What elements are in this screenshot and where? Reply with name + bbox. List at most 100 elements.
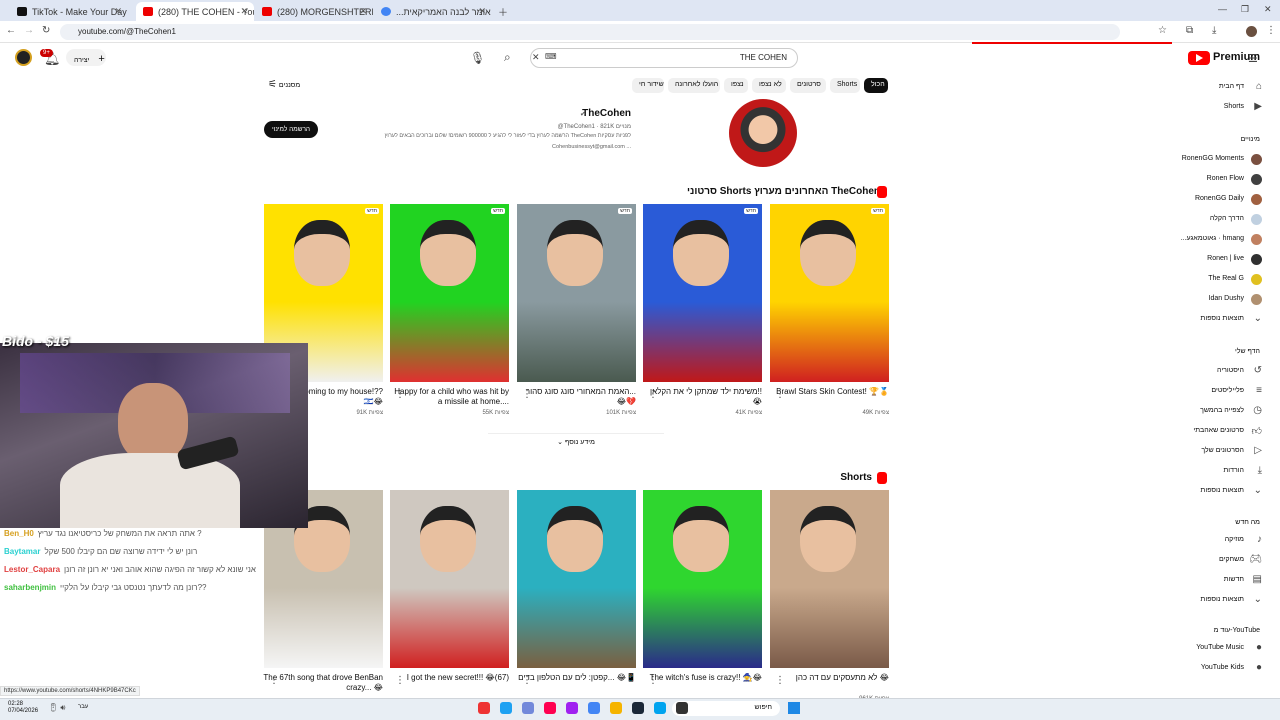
more-options-icon[interactable]: ⋮ bbox=[648, 675, 658, 686]
taskbar-app-icon[interactable] bbox=[610, 702, 622, 714]
sidebar-item[interactable]: YouTube Music ● bbox=[1160, 642, 1264, 656]
extensions-icon[interactable]: ⧉ bbox=[1186, 25, 1193, 36]
sidebar-item[interactable]: Shorts ▶ bbox=[1160, 101, 1264, 115]
maximize-icon[interactable]: ❐ bbox=[1241, 4, 1249, 15]
more-options-icon[interactable]: ⋮ bbox=[269, 675, 279, 686]
clear-search-icon[interactable]: ✕ bbox=[532, 52, 540, 63]
taskbar-app-icon[interactable] bbox=[478, 702, 490, 714]
account-avatar[interactable] bbox=[15, 49, 32, 66]
close-icon[interactable]: ✕ bbox=[478, 6, 486, 17]
search-input[interactable]: THE COHEN bbox=[530, 48, 798, 68]
video-title[interactable]: משימת ילד שמתקן לי את הקלאן!! 😭 bbox=[642, 387, 762, 407]
profile-avatar[interactable] bbox=[1246, 26, 1257, 37]
video-title[interactable]: קפטן: לים עם הטלפון בדים... 😂📱 bbox=[516, 673, 636, 693]
video-thumbnail[interactable]: חדש bbox=[390, 204, 509, 382]
more-options-icon[interactable]: ⋮ bbox=[522, 675, 532, 686]
video-title[interactable]: The 67th song that drove BenBan crazy...… bbox=[263, 673, 383, 693]
sidebar-item[interactable]: RonenGG Daily bbox=[1160, 193, 1264, 207]
filters-button[interactable]: ⚟ מסננים bbox=[268, 79, 300, 90]
video-thumbnail[interactable] bbox=[517, 490, 636, 668]
search-icon[interactable]: ⌕ bbox=[504, 50, 511, 65]
close-icon[interactable]: ✕ bbox=[359, 6, 367, 17]
sidebar-header-you[interactable]: הדף שלי bbox=[1200, 348, 1260, 355]
chip-live[interactable]: שידור חי bbox=[632, 78, 664, 93]
taskbar-app-icon[interactable] bbox=[500, 702, 512, 714]
sidebar-item[interactable]: Ronen | live bbox=[1160, 253, 1264, 267]
sidebar-item[interactable]: פלייליסטים ≡ bbox=[1160, 385, 1264, 399]
sidebar-item[interactable]: Idan Dushy bbox=[1160, 293, 1264, 307]
channel-email[interactable]: Cohenbusinessyt@gmail.com ... bbox=[500, 144, 631, 150]
channel-avatar[interactable] bbox=[729, 99, 797, 167]
sidebar-item[interactable]: הדרך הקלה bbox=[1160, 213, 1264, 227]
keyboard-icon[interactable]: ⌨ bbox=[545, 52, 557, 61]
video-thumbnail[interactable] bbox=[643, 490, 762, 668]
video-thumbnail[interactable]: חדש bbox=[517, 204, 636, 382]
sidebar-item[interactable]: משחקים 🎮︎ bbox=[1160, 554, 1264, 568]
video-title[interactable]: I got the new secret!!! 😂(67) bbox=[389, 673, 509, 693]
mic-icon[interactable]: 🎙︎ bbox=[470, 51, 485, 65]
sidebar-item[interactable]: The Real G bbox=[1160, 273, 1264, 287]
sidebar-item[interactable]: YouTube Kids ● bbox=[1160, 662, 1264, 676]
taskbar-app-icon[interactable] bbox=[632, 702, 644, 714]
video-title[interactable]: Brawl Stars Skin Contest! 🏆🏅 bbox=[769, 387, 889, 407]
chip-all[interactable]: הכול bbox=[864, 78, 888, 93]
browser-tab[interactable]: ...הנאס אומר לבנה האמריקאית✕ bbox=[374, 2, 492, 21]
sidebar-item[interactable]: תוצאות נוספות ⌄ bbox=[1160, 485, 1264, 499]
video-title[interactable]: The witch's fuse is crazy!! 🧙😂 bbox=[642, 673, 762, 693]
chip-videos[interactable]: סרטונים bbox=[790, 78, 826, 93]
sidebar-item[interactable]: תוצאות נוספות ⌄ bbox=[1160, 594, 1264, 608]
sidebar-item[interactable]: תוצאות נוספות ⌄ bbox=[1160, 313, 1264, 327]
video-title[interactable]: האמת המאחורי סונג סונג סהור... 😂💔 bbox=[516, 387, 636, 407]
show-more-button[interactable]: ⌄ מידע נוסף bbox=[488, 433, 664, 449]
reload-icon[interactable]: ↻ bbox=[42, 25, 50, 36]
download-icon[interactable]: ⤓ bbox=[1212, 25, 1216, 36]
more-options-icon[interactable]: ⋮ bbox=[648, 389, 658, 400]
sidebar-item[interactable]: היסטוריה ↺ bbox=[1160, 365, 1264, 379]
start-icon[interactable] bbox=[788, 702, 800, 714]
taskbar-app-icon[interactable] bbox=[522, 702, 534, 714]
sidebar-item[interactable]: הסרטונים שלך ▷ bbox=[1160, 445, 1264, 459]
chip-watched[interactable]: נצפו bbox=[724, 78, 748, 93]
sidebar-item[interactable]: ...גאוטמאגע · hmang bbox=[1160, 233, 1264, 247]
taskbar-app-icon[interactable] bbox=[588, 702, 600, 714]
language-indicator[interactable]: עבר bbox=[78, 704, 88, 710]
more-options-icon[interactable]: ⋮ bbox=[775, 675, 785, 686]
sidebar-item[interactable]: מוזיקה ♪ bbox=[1160, 534, 1264, 548]
more-options-icon[interactable]: ⋮ bbox=[395, 675, 405, 686]
back-icon[interactable]: ← bbox=[6, 25, 16, 36]
sidebar-item[interactable]: הורדות ⤓ bbox=[1160, 465, 1264, 479]
video-title[interactable]: לא מתעסקים עם דה כהן 😂 bbox=[769, 673, 889, 693]
close-icon[interactable]: ✕ bbox=[240, 6, 248, 17]
sidebar-item[interactable]: לצפייה בהמשך ◷ bbox=[1160, 405, 1264, 419]
taskbar-app-icon[interactable] bbox=[544, 702, 556, 714]
video-thumbnail[interactable]: חדש bbox=[643, 204, 762, 382]
subscribe-button[interactable]: הרשמה למינוי bbox=[264, 121, 318, 138]
chip-unwatched[interactable]: לא נצפו bbox=[752, 78, 786, 93]
minimize-icon[interactable]: — bbox=[1218, 4, 1227, 14]
taskbar-app-icon[interactable] bbox=[566, 702, 578, 714]
url-input[interactable]: youtube.com/@TheCohen1 bbox=[60, 24, 1120, 40]
sidebar-item[interactable]: Ronen Flow bbox=[1160, 173, 1264, 187]
sidebar-item[interactable]: דף הבית ⌂ bbox=[1160, 81, 1264, 95]
taskbar-app-icon[interactable] bbox=[654, 702, 666, 714]
browser-tab[interactable]: TikTok - Make Your Day ✕ bbox=[10, 2, 128, 21]
forward-icon[interactable]: → bbox=[24, 25, 34, 36]
taskbar-app-icon[interactable] bbox=[676, 702, 688, 714]
bookmark-star-icon[interactable]: ☆ bbox=[1158, 25, 1167, 36]
hamburger-menu-icon[interactable]: ☰ bbox=[1248, 52, 1258, 65]
more-options-icon[interactable]: ⋮ bbox=[395, 389, 405, 400]
more-options-icon[interactable]: ⋮ bbox=[775, 389, 785, 400]
more-options-icon[interactable]: ⋮ bbox=[522, 389, 532, 400]
sidebar-item[interactable]: RonenGG Moments bbox=[1160, 153, 1264, 167]
sidebar-header-subscriptions[interactable]: מינויים bbox=[1200, 136, 1260, 143]
tray-icons[interactable]: 🔋︎ 🔊︎ bbox=[48, 703, 65, 713]
video-title[interactable]: Happy for a child who was hit by a missi… bbox=[389, 387, 509, 407]
youtube-logo-icon[interactable] bbox=[1188, 51, 1210, 65]
taskbar-search[interactable]: חיפוש bbox=[672, 701, 780, 716]
browser-tab[interactable]: (280) MORGENSHTERN - ARIST...✕ bbox=[255, 2, 373, 21]
create-button[interactable]: יצירה + bbox=[66, 49, 106, 66]
chip-recent[interactable]: הועלו לאחרונה bbox=[668, 78, 720, 93]
close-window-icon[interactable]: ✕ bbox=[1264, 4, 1272, 15]
chip-shorts[interactable]: Shorts bbox=[830, 78, 860, 93]
sidebar-item[interactable]: חדשות ▤ bbox=[1160, 574, 1264, 588]
